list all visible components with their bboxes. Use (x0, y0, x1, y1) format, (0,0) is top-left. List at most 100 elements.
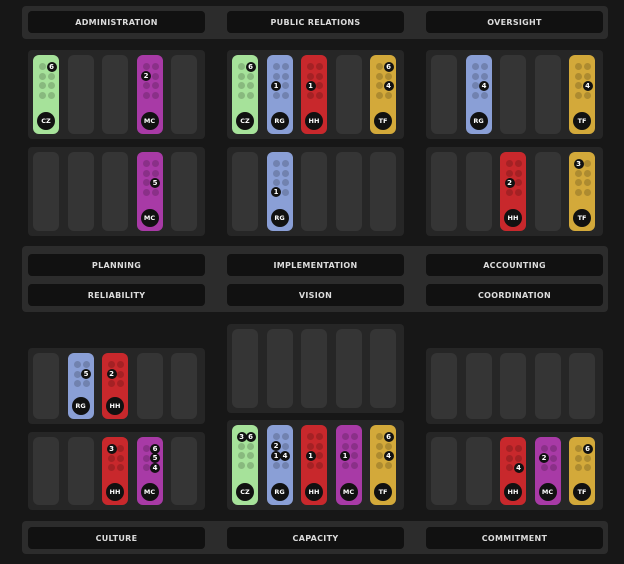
team-card-cz[interactable]: 6 CZ (33, 55, 59, 134)
empty-slot[interactable] (431, 152, 457, 231)
empty-slot[interactable] (33, 152, 59, 231)
team-card-hh[interactable]: 2 HH (500, 152, 526, 231)
card-pip (142, 160, 150, 167)
empty-slot[interactable] (500, 353, 526, 419)
empty-slot[interactable] (335, 329, 362, 408)
empty-slot[interactable] (431, 55, 457, 134)
empty-slot[interactable] (465, 353, 492, 419)
empty-slot[interactable] (171, 152, 197, 231)
card-pip (316, 72, 323, 80)
team-card-rg[interactable]: 2 1 4 RG (266, 425, 293, 505)
empty-slot[interactable] (370, 329, 396, 408)
card-pip (584, 91, 591, 99)
empty-slot[interactable] (67, 55, 94, 134)
empty-slot[interactable] (431, 353, 457, 419)
card-value: 6 (582, 443, 593, 454)
card-pip (584, 188, 591, 196)
card-pip (39, 82, 46, 89)
team-card-hh[interactable]: 4 HH (500, 437, 526, 505)
team-card-tf[interactable]: 6 TF (569, 437, 595, 505)
card-pip (272, 461, 280, 469)
category-label-accounting[interactable]: Accounting (426, 254, 603, 276)
team-card-hh[interactable]: 1 HH (301, 425, 327, 505)
category-label-oversight[interactable]: Oversight (426, 11, 603, 33)
card-value: 6 (150, 443, 160, 454)
empty-slot[interactable] (102, 55, 128, 134)
category-label-administration[interactable]: Administration (28, 11, 205, 33)
category-label-public-relations[interactable]: Public Relations (227, 11, 404, 33)
empty-slot[interactable] (301, 329, 327, 408)
empty-slot[interactable] (534, 152, 561, 231)
card-pip (376, 82, 383, 89)
empty-slot[interactable] (232, 152, 258, 231)
team-card-cz[interactable]: 3 6 CZ (232, 425, 258, 505)
empty-slot[interactable] (67, 152, 94, 231)
empty-slot[interactable] (102, 152, 128, 231)
team-card-tf[interactable]: 3 TF (569, 152, 595, 231)
empty-slot[interactable] (534, 353, 561, 419)
card-value: 1 (305, 80, 316, 91)
empty-slot[interactable] (569, 353, 595, 419)
team-card-mc[interactable]: 1 MC (335, 425, 362, 505)
team-card-hh[interactable]: 2 HH (102, 353, 128, 419)
empty-slot[interactable] (431, 437, 457, 505)
team-card-rg[interactable]: 1 RG (266, 152, 293, 231)
team-card-mc[interactable]: 2 MC (534, 437, 561, 505)
team-card-tf[interactable]: 4 TF (569, 55, 595, 134)
empty-slot[interactable] (370, 152, 396, 231)
empty-slot[interactable] (335, 55, 362, 134)
team-card-rg[interactable]: 4 RG (465, 55, 492, 134)
team-card-rg[interactable]: 1 RG (266, 55, 293, 134)
category-label-capacity[interactable]: Capacity (227, 527, 404, 549)
category-label-implementation[interactable]: Implementation (227, 254, 404, 276)
team-token-mc: MC (140, 483, 159, 501)
empty-slot[interactable] (232, 329, 258, 408)
card-pip (480, 91, 488, 99)
card-pip (73, 380, 81, 387)
category-label-planning[interactable]: Planning (28, 254, 205, 276)
card-pip (584, 454, 591, 462)
empty-slot[interactable] (465, 152, 492, 231)
team-card-hh[interactable]: 1 HH (301, 55, 327, 134)
empty-slot[interactable] (534, 55, 561, 134)
empty-slot[interactable] (171, 55, 197, 134)
card-pip (307, 461, 314, 469)
team-card-mc[interactable]: 6 5 4 MC (136, 437, 163, 505)
card-pip (549, 464, 557, 471)
empty-slot[interactable] (33, 437, 59, 505)
empty-slot[interactable] (171, 437, 197, 505)
track-panel: 6 CZ 1 RG 1 HH 6 4 TF (227, 50, 404, 139)
category-label-coordination[interactable]: Coordination (426, 284, 603, 306)
card-pip (506, 160, 513, 167)
category-label-reliability[interactable]: Reliability (28, 284, 205, 306)
card-pip (281, 169, 289, 177)
empty-slot[interactable] (266, 329, 293, 408)
card-pip (515, 454, 522, 462)
team-card-rg[interactable]: 5 RG (67, 353, 94, 419)
category-label-culture[interactable]: Culture (28, 527, 205, 549)
team-card-mc[interactable]: 5 MC (136, 152, 163, 231)
card-value: 1 (340, 450, 350, 461)
category-label-vision[interactable]: Vision (227, 284, 404, 306)
team-card-mc[interactable]: 2 MC (136, 55, 163, 134)
card-pip (307, 63, 314, 70)
team-card-tf[interactable]: 6 4 TF (370, 425, 396, 505)
card-pip (281, 433, 289, 440)
empty-slot[interactable] (301, 152, 327, 231)
team-token-mc: MC (140, 209, 159, 227)
card-pip (584, 464, 591, 471)
empty-slot[interactable] (33, 353, 59, 419)
empty-slot[interactable] (136, 353, 163, 419)
team-card-hh[interactable]: 3 HH (102, 437, 128, 505)
empty-slot[interactable] (500, 55, 526, 134)
empty-slot[interactable] (171, 353, 197, 419)
card-pip (316, 452, 323, 459)
empty-slot[interactable] (465, 437, 492, 505)
empty-slot[interactable] (67, 437, 94, 505)
empty-slot[interactable] (335, 152, 362, 231)
card-pip (316, 63, 323, 70)
category-label-commitment[interactable]: Commitment (426, 527, 603, 549)
team-card-tf[interactable]: 6 4 TF (370, 55, 396, 134)
team-card-cz[interactable]: 6 CZ (232, 55, 258, 134)
card-pip (272, 169, 280, 177)
